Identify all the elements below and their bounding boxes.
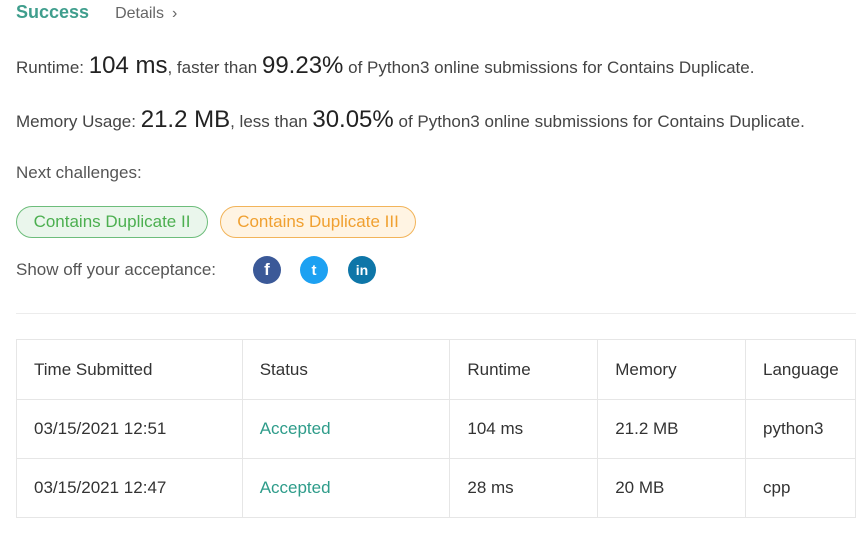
memory-summary: Memory Usage: 21.2 MB, less than 30.05% … bbox=[16, 106, 805, 134]
linkedin-icon[interactable]: in bbox=[348, 256, 376, 284]
table-row: 03/15/2021 12:47 Accepted 28 ms 20 MB cp… bbox=[16, 458, 856, 518]
runtime-value: 104 ms bbox=[88, 52, 168, 79]
runtime-mid-text: , faster than bbox=[167, 58, 258, 77]
cell-memory: 20 MB bbox=[597, 458, 747, 518]
divider bbox=[16, 313, 856, 314]
table-header-row: Time Submitted Status Runtime Memory Lan… bbox=[16, 339, 856, 400]
cell-language: python3 bbox=[745, 399, 856, 459]
cell-time-submitted: 03/15/2021 12:51 bbox=[16, 399, 243, 459]
memory-value: 21.2 MB bbox=[140, 106, 231, 133]
memory-tail-text: of Python3 online submissions for Contai… bbox=[398, 112, 805, 131]
memory-mid-text: , less than bbox=[230, 112, 308, 131]
table-row: 03/15/2021 12:51 Accepted 104 ms 21.2 MB… bbox=[16, 399, 856, 459]
cell-runtime: 28 ms bbox=[449, 458, 599, 518]
submissions-table: Time Submitted Status Runtime Memory Lan… bbox=[16, 339, 856, 518]
memory-percent: 30.05% bbox=[312, 106, 394, 133]
challenge-contains-duplicate-ii[interactable]: Contains Duplicate II bbox=[16, 206, 208, 238]
cell-status[interactable]: Accepted bbox=[241, 458, 451, 518]
facebook-icon[interactable]: f bbox=[253, 256, 281, 284]
challenge-contains-duplicate-iii[interactable]: Contains Duplicate III bbox=[220, 206, 416, 238]
success-status: Success bbox=[16, 2, 90, 22]
cell-status[interactable]: Accepted bbox=[241, 399, 451, 459]
chevron-right-icon[interactable]: › bbox=[172, 5, 177, 23]
header-memory[interactable]: Memory bbox=[597, 339, 747, 400]
twitter-icon[interactable]: t bbox=[300, 256, 328, 284]
result-header: Success Details › bbox=[16, 2, 177, 23]
cell-time-submitted: 03/15/2021 12:47 bbox=[16, 458, 243, 518]
cell-language: cpp bbox=[745, 458, 856, 518]
cell-runtime: 104 ms bbox=[449, 399, 599, 459]
next-challenges-label: Next challenges: bbox=[16, 163, 142, 182]
runtime-summary: Runtime: 104 ms, faster than 99.23% of P… bbox=[16, 52, 754, 80]
header-time-submitted[interactable]: Time Submitted bbox=[16, 339, 243, 400]
cell-memory: 21.2 MB bbox=[597, 399, 747, 459]
memory-label: Memory Usage: bbox=[16, 112, 136, 131]
runtime-tail-text: of Python3 online submissions for Contai… bbox=[348, 58, 755, 77]
header-language[interactable]: Language bbox=[745, 339, 856, 400]
share-label: Show off your acceptance: bbox=[16, 260, 217, 279]
details-link[interactable]: Details bbox=[115, 5, 164, 23]
header-runtime[interactable]: Runtime bbox=[449, 339, 599, 400]
runtime-label: Runtime: bbox=[16, 58, 85, 77]
header-status[interactable]: Status bbox=[241, 339, 451, 400]
runtime-percent: 99.23% bbox=[261, 52, 344, 79]
